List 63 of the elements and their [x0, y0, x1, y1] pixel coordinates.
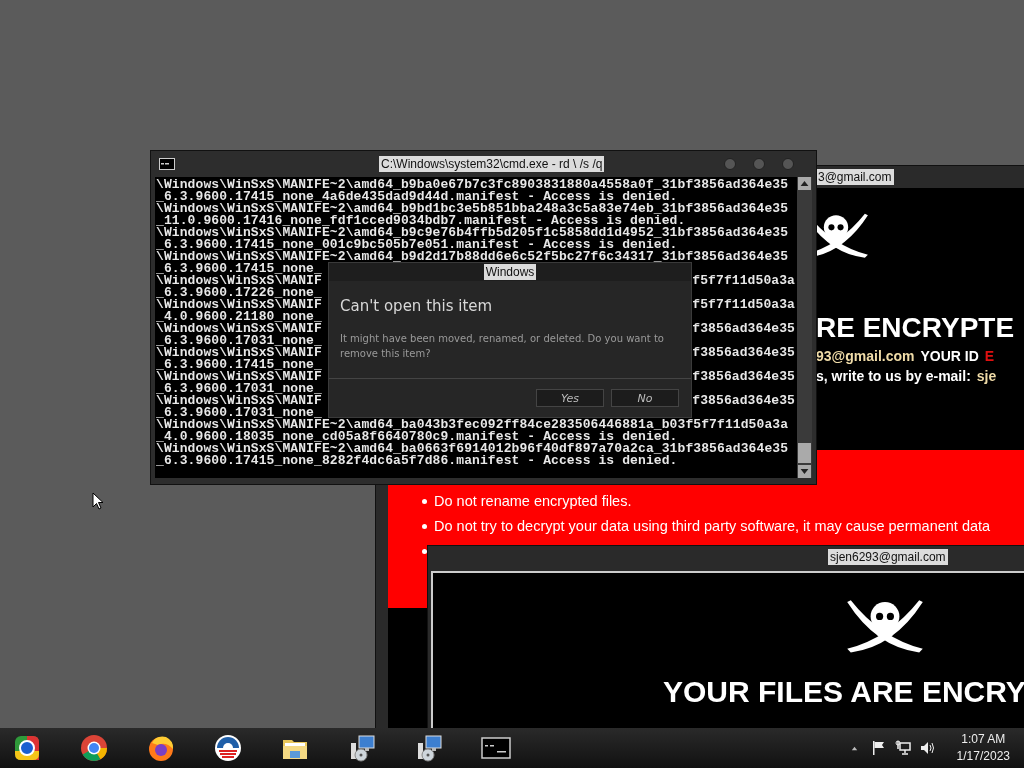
bullet-icon — [422, 548, 427, 554]
app-circle-icon[interactable] — [213, 733, 243, 763]
console-line: \Windows\WinSxS\MANIFE~2\amd64_b9c9e76b4ffb5d205f1c5858dd1d4952_31bf3856ad364e35 — [156, 227, 789, 239]
console-line: f3856ad364e35 — [692, 323, 795, 335]
email-text: 93@gmail.com — [816, 348, 915, 364]
warning-text: Do not try to decrypt your data using third party software, it may cause permanent data — [434, 518, 991, 534]
console-line: f5f7f11d50a3a — [692, 275, 795, 287]
scroll-down-icon[interactable] — [798, 465, 811, 478]
console-line: _6.3.9600.17415_none_001c9bc505b7e051.manifest - Access is denied. — [156, 239, 678, 251]
clock-time: 1:07 AM — [961, 731, 1006, 748]
bullet-icon — [422, 523, 427, 529]
dialog-title: Windows — [483, 264, 537, 280]
clock-date: 1/17/2023 — [956, 748, 1010, 765]
dialog-button[interactable]: Yes — [536, 389, 604, 407]
console-line: \Windows\WinSxS\MANIF — [156, 371, 322, 383]
console-line: _4.0.9600.18035_none_cd05a8f6640780c9.manifest - Access is denied. — [156, 431, 678, 443]
window-title: C:\Windows\system32\cmd.exe - rd \ /s /q — [379, 156, 605, 172]
console-line: \Windows\WinSxS\MANIFE~2\amd64_b9d2d17b88dd6e6c52f5bc27f6c34317_31bf3856ad364e35 — [156, 251, 789, 263]
console-line: _6.3.9600.17415_none_ — [156, 359, 322, 371]
cursor-icon — [92, 492, 104, 510]
scroll-up-icon[interactable] — [798, 177, 811, 190]
console-line: f3856ad364e35 — [692, 347, 795, 359]
dialog-message: It might have been moved, renamed, or deleted. Do you want to remove this item? — [340, 332, 665, 361]
console-line: f3856ad364e35 — [692, 371, 795, 383]
console-line: \Windows\WinSxS\MANIFE~2\amd64_b9ba0e67b7c3fc8903831880a4558a0f_31bf3856ad364e35 — [156, 179, 789, 191]
warning-text: Do not rename encrypted files. — [434, 493, 632, 509]
flag-icon[interactable] — [870, 740, 887, 756]
window-title: sjen6293@gmail.com — [828, 549, 948, 565]
console-line: \Windows\WinSxS\MANIF — [156, 395, 322, 407]
console-icon — [159, 158, 175, 170]
console-line: \Windows\WinSxS\MANIFE~2\amd64_ba043b3fec092ff84ce283506446881a_b03f5f7f11d50a3a — [156, 419, 789, 431]
email-text: sje — [976, 368, 997, 384]
console-line: _6.3.9600.17415_none_8282f4dc6a5f7d86.manifest - Access is denied. — [156, 455, 678, 467]
volume-icon[interactable] — [918, 740, 935, 756]
network-icon[interactable] — [894, 740, 911, 756]
scrollbar[interactable] — [797, 177, 812, 478]
console-line: \Windows\WinSxS\MANIFE~2\amd64_ba0663f6914012b96f40df897a70a2ca_31bf3856ad364e35 — [156, 443, 789, 455]
console-line: _6.3.9600.17031_none_ — [156, 407, 322, 419]
console-line: _4.0.9600.21180_none_ — [156, 311, 322, 323]
clock[interactable]: 1:07 AM 1/17/2023 — [956, 731, 1010, 765]
window-title: 3@gmail.com — [816, 169, 894, 185]
scroll-thumb[interactable] — [798, 443, 811, 463]
id-label: YOUR ID — [920, 348, 979, 364]
ransom-heading: RE ENCRYPTE — [816, 312, 1015, 344]
console-line: \Windows\WinSxS\MANIF — [156, 347, 322, 359]
console-line: \Windows\WinSxS\MANIF — [156, 323, 322, 335]
instruction-text: s, write to us by e-mail: — [816, 368, 971, 384]
console-line: \Windows\WinSxS\MANIFE~2\amd64_b9bd1bc3e5b851bba248a3c5a83e74eb_31bf3856ad364e35 — [156, 203, 789, 215]
console-line: f3856ad364e35 — [692, 395, 795, 407]
browser-icon[interactable] — [79, 733, 109, 763]
bullet-icon — [422, 498, 427, 504]
console-line: _6.3.9600.17415_none_ — [156, 263, 322, 275]
console-line: \Windows\WinSxS\MANIF — [156, 275, 322, 287]
id-value: E — [984, 348, 995, 364]
console-line: f5f7f11d50a3a — [692, 299, 795, 311]
dialog-button[interactable]: No — [611, 389, 679, 407]
console-line: _6.3.9600.17031_none_ — [156, 383, 322, 395]
console-line: _6.3.9600.17226_none_ — [156, 287, 322, 299]
console-line: _6.3.9600.17031_none_ — [156, 335, 322, 347]
console-line: \Windows\WinSxS\MANIF — [156, 299, 322, 311]
console-line: _11.0.9600.17416_none_fdf1cced9034bdb7.manifest - Access is denied. — [156, 215, 686, 227]
console-line: _6.3.9600.17415_none_4a6de435dad9d44d.manifest - Access is denied. — [156, 191, 678, 203]
dialog-heading: Can't open this item — [340, 297, 494, 315]
